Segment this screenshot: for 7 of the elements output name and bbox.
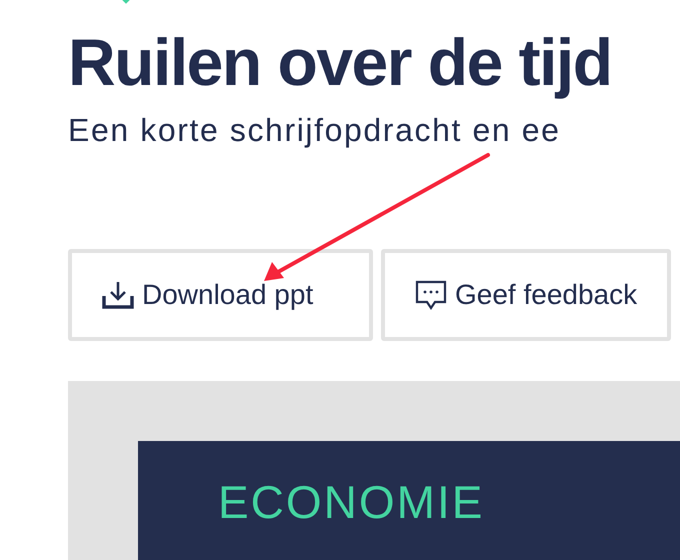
page-subtitle: Een korte schrijfopdracht en ee [68, 110, 562, 149]
page-title: Ruilen over de tijd [68, 26, 613, 99]
feedback-button[interactable]: Geef feedback [381, 248, 672, 341]
comment-icon [415, 278, 447, 311]
download-button[interactable]: Download ppt [68, 248, 373, 341]
slide-label: ECONOMIE [218, 478, 484, 525]
download-icon [102, 280, 134, 310]
